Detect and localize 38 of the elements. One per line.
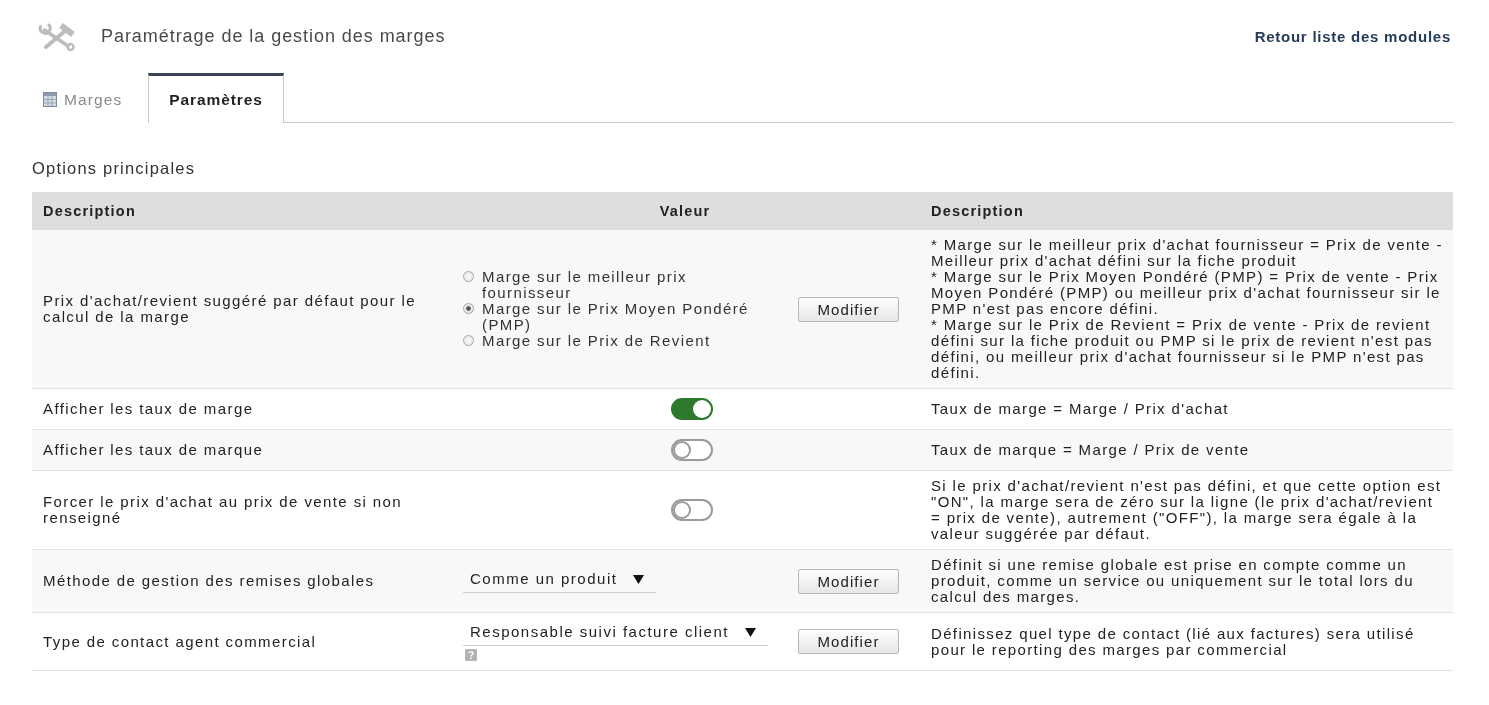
modify-button[interactable]: Modifier — [798, 296, 899, 322]
help-icon[interactable] — [465, 649, 477, 661]
caret-icon — [744, 627, 756, 637]
caret-icon — [633, 574, 645, 584]
toggle-switch[interactable] — [671, 499, 713, 521]
setting-name: Méthode de gestion des remises globales — [42, 571, 376, 591]
setting-description: Taux de marque = Marge / Prix de vente — [930, 440, 1251, 460]
back-link[interactable]: Retour liste des modules — [1254, 28, 1451, 45]
radio-label: Marge sur le meilleur prix fournisseur — [482, 269, 688, 301]
toggle-switch[interactable] — [671, 439, 713, 461]
setting-name: Afficher les taux de marge — [42, 399, 255, 419]
page-title: Paramétrage de la gestion des marges — [101, 26, 446, 47]
column-header: Description — [42, 203, 137, 219]
section-title: Options principales — [32, 159, 197, 179]
modify-button[interactable]: Modifier — [798, 568, 899, 594]
setting-description: Taux de marge = Marge / Prix d'achat — [930, 399, 1230, 419]
table-icon — [43, 92, 57, 107]
tab[interactable]: Paramètres — [148, 73, 284, 123]
setting-description: Définit si une remise globale est prise en compte comme un produit, comme un service ou uniquement sur le total lors du calcul des marges. — [930, 555, 1415, 607]
column-header: Description — [930, 203, 1025, 219]
setting-name: Type de contact agent commercial — [42, 631, 318, 652]
dropdown-select[interactable]: Responsable suivi facture client — [463, 622, 768, 646]
radio-label: Marge sur le Prix Moyen Pondéré (PMP) — [482, 301, 750, 333]
tools-icon — [38, 21, 78, 52]
setting-description: Si le prix d'achat/revient n'est pas défini, et que cette option est "ON", la marge sera de zéro sur la ligne (le prix d'achat/revient = prix de vente), autrement ("OFF"), la marge sera égale à la valeur suggérée par défaut. — [930, 476, 1443, 544]
column-header: Valeur — [658, 203, 712, 219]
toggle-switch[interactable] — [671, 398, 713, 420]
setting-name: Forcer le prix d'achat au prix de vente si non renseigné — [42, 492, 404, 528]
setting-name: Afficher les taux de marque — [42, 440, 265, 460]
setting-description: Définissez quel type de contact (lié aux factures) sera utilisé pour le reporting des marges par commercial — [930, 623, 1416, 660]
setting-name: Prix d'achat/revient suggéré par défaut pour le calcul de la marge — [42, 291, 417, 327]
setting-description: * Marge sur le meilleur prix d'achat fournisseur = Prix de vente - Meilleur prix d'achat défini sur la fiche produit * Marge sur le Prix Moyen Pondéré (PMP) = Prix de vente - Prix Moyen Pondéré (PMP) ou meilleur prix d'achat fournisseur sir le PMP n'est pas encore défini. * Marge sur le Prix de Revient = Prix de vente - Prix de revient défini sur la fiche produit ou PMP si le prix de revient n'est pas défini, ou meilleur prix d'achat fournisseur si le PMP n'est pas défini. — [930, 235, 1444, 383]
radio-button[interactable] — [463, 335, 474, 346]
radio-label: Marge sur le Prix de Revient — [482, 333, 712, 349]
modify-button[interactable]: Modifier — [798, 629, 899, 654]
dropdown-select[interactable]: Comme un produit — [463, 569, 657, 593]
radio-button[interactable] — [463, 271, 474, 282]
radio-button[interactable] — [463, 303, 474, 314]
